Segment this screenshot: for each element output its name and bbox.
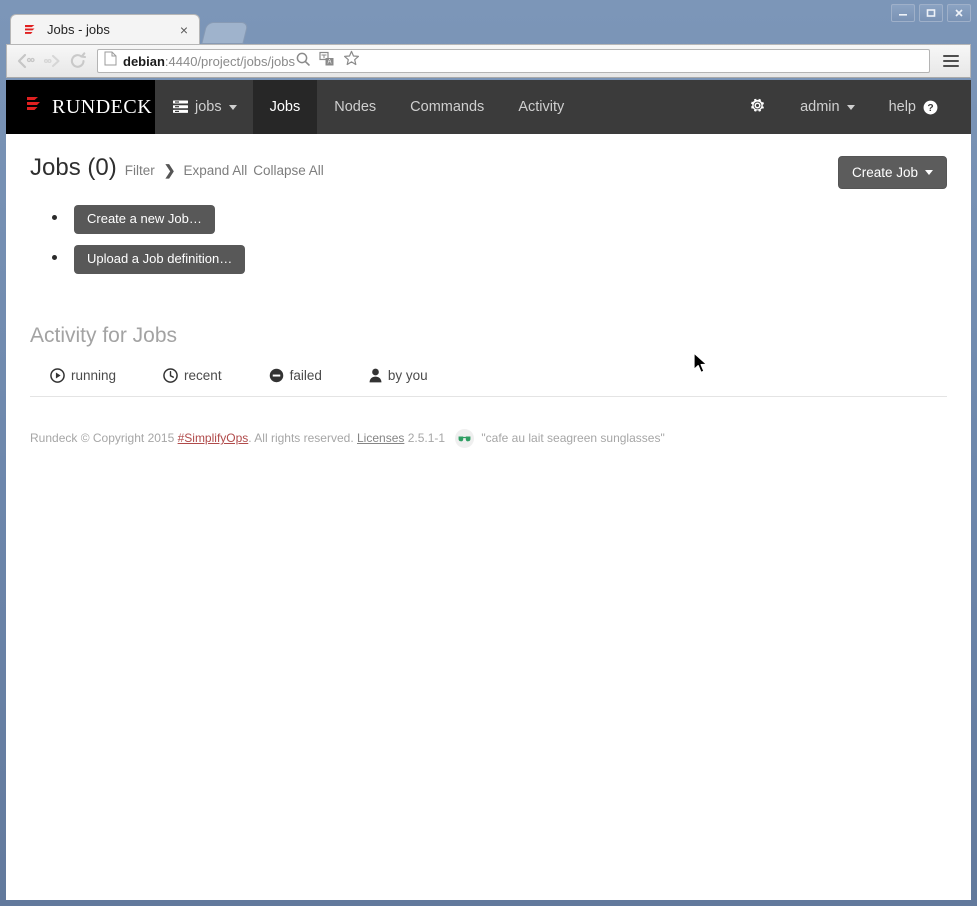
activity-section-title: Activity for Jobs [30,323,178,347]
help-menu-label: help [888,99,916,115]
project-selector[interactable]: jobs [155,80,253,134]
nav-item-commands[interactable]: Commands [393,80,501,134]
address-bar-text: debian:4440/project/jobs/jobs [123,54,295,69]
window-controls [891,4,971,22]
question-circle-icon: ? [923,100,938,115]
window-close-button[interactable] [947,4,971,22]
chevron-down-icon [846,104,855,110]
collapse-all-link[interactable]: Collapse All [253,164,324,178]
nav-item-label: Commands [410,99,485,115]
job-actions-list: Create a new Job… Upload a Job definitio… [30,205,947,274]
browser-toolbar: debian:4440/project/jobs/jobs A [6,44,971,78]
project-name: jobs [195,99,222,115]
chevron-right-icon: ❯ [163,162,176,178]
window-maximize-button[interactable] [919,4,943,22]
navbar-right-items: admin help ? [732,80,971,134]
reload-icon[interactable] [65,48,91,74]
nav-item-jobs[interactable]: Jobs [252,80,318,134]
tab-label: failed [289,367,322,383]
browser-window: Jobs - jobs × debian:4440/project/jobs/j… [0,0,977,906]
page-content: Jobs (0) Filter ❯ Expand All Collapse Al… [6,134,971,448]
address-bar-actions: A [295,50,362,72]
nav-item-label: Jobs [269,99,301,115]
page-title: Jobs (0) [30,154,117,181]
back-icon[interactable] [13,48,39,74]
footer-tagline: "cafe au lait seagreen sunglasses" [481,431,665,446]
gear-icon [749,97,766,118]
tab-failed[interactable]: failed [269,368,322,383]
tab-recent[interactable]: recent [163,368,222,383]
list-item: Create a new Job… [52,205,947,234]
help-menu[interactable]: help ? [872,80,955,134]
minus-circle-icon [269,368,284,383]
tab-label: by you [387,367,428,383]
window-minimize-button[interactable] [891,4,915,22]
page-footer: Rundeck © Copyright 2015 #SimplifyOps . … [30,428,947,448]
browser-tab[interactable]: Jobs - jobs × [10,14,200,44]
tab-label: running [71,367,117,383]
list-item: Upload a Job definition… [52,244,947,274]
search-icon[interactable] [295,51,311,72]
page-viewport: RUNDECK jobs Jobs Nodes Commands Activit… [6,80,971,900]
tab-title: Jobs - jobs [47,22,110,37]
clock-icon [163,368,178,383]
nav-item-label: Nodes [334,99,377,115]
footer-copyright: Rundeck © Copyright 2015 [30,431,178,446]
licenses-link[interactable]: Licenses [357,431,404,445]
nav-item-nodes[interactable]: Nodes [317,80,393,134]
address-bar[interactable]: debian:4440/project/jobs/jobs A [97,49,930,73]
page-title-row: Jobs (0) Filter ❯ Expand All Collapse Al… [30,156,324,180]
tab-strip: Jobs - jobs × [10,14,249,44]
expand-all-link[interactable]: Expand All [183,164,247,178]
app-navbar: RUNDECK jobs Jobs Nodes Commands Activit… [6,80,971,134]
page-header: Jobs (0) Filter ❯ Expand All Collapse Al… [30,134,947,189]
create-new-job-button[interactable]: Create a new Job… [74,205,215,234]
sunglasses-icon [455,428,475,448]
svg-text:A: A [327,59,331,65]
simplifyops-link[interactable]: #SimplifyOps [178,431,249,445]
footer-version: 2.5.1-1 [404,431,449,446]
url-host: debian [123,53,165,69]
svg-text:?: ? [927,103,933,114]
window-titlebar: Jobs - jobs × [0,0,977,44]
create-job-label: Create Job [851,165,918,180]
user-menu[interactable]: admin [783,80,872,134]
project-stack-icon [173,100,188,114]
tab-label: recent [184,367,222,383]
rundeck-brand[interactable]: RUNDECK [6,80,155,134]
nav-item-label: Activity [518,99,565,115]
url-path: :4440/project/jobs/jobs [164,53,295,69]
footer-rights: . All rights reserved. [248,431,357,446]
brand-text: RUNDECK [52,95,153,118]
tab-by-you[interactable]: by you [369,368,428,383]
chevron-down-icon [228,104,237,110]
user-menu-label: admin [800,99,840,115]
settings-button[interactable] [732,80,783,134]
page-document-icon [104,51,117,71]
forward-icon[interactable] [39,48,65,74]
hamburger-menu-icon[interactable] [938,48,964,74]
play-circle-icon [50,368,65,383]
bookmark-star-icon[interactable] [343,50,360,72]
translate-icon[interactable]: A [319,51,335,72]
navbar-left-items: jobs Jobs Nodes Commands Activity [155,80,581,134]
chevron-down-icon [925,170,933,175]
rundeck-favicon-icon [23,22,39,38]
user-icon [369,368,382,383]
nav-item-activity[interactable]: Activity [501,80,581,134]
upload-job-definition-button[interactable]: Upload a Job definition… [74,244,246,274]
activity-tabs: running recent failed by you [30,368,947,397]
tab-running[interactable]: running [50,368,116,383]
create-job-button[interactable]: Create Job [837,156,947,189]
new-tab-button[interactable] [201,22,249,44]
rundeck-logo-icon [26,96,43,119]
tab-close-icon[interactable]: × [177,23,191,37]
filter-link[interactable]: Filter [125,164,155,178]
